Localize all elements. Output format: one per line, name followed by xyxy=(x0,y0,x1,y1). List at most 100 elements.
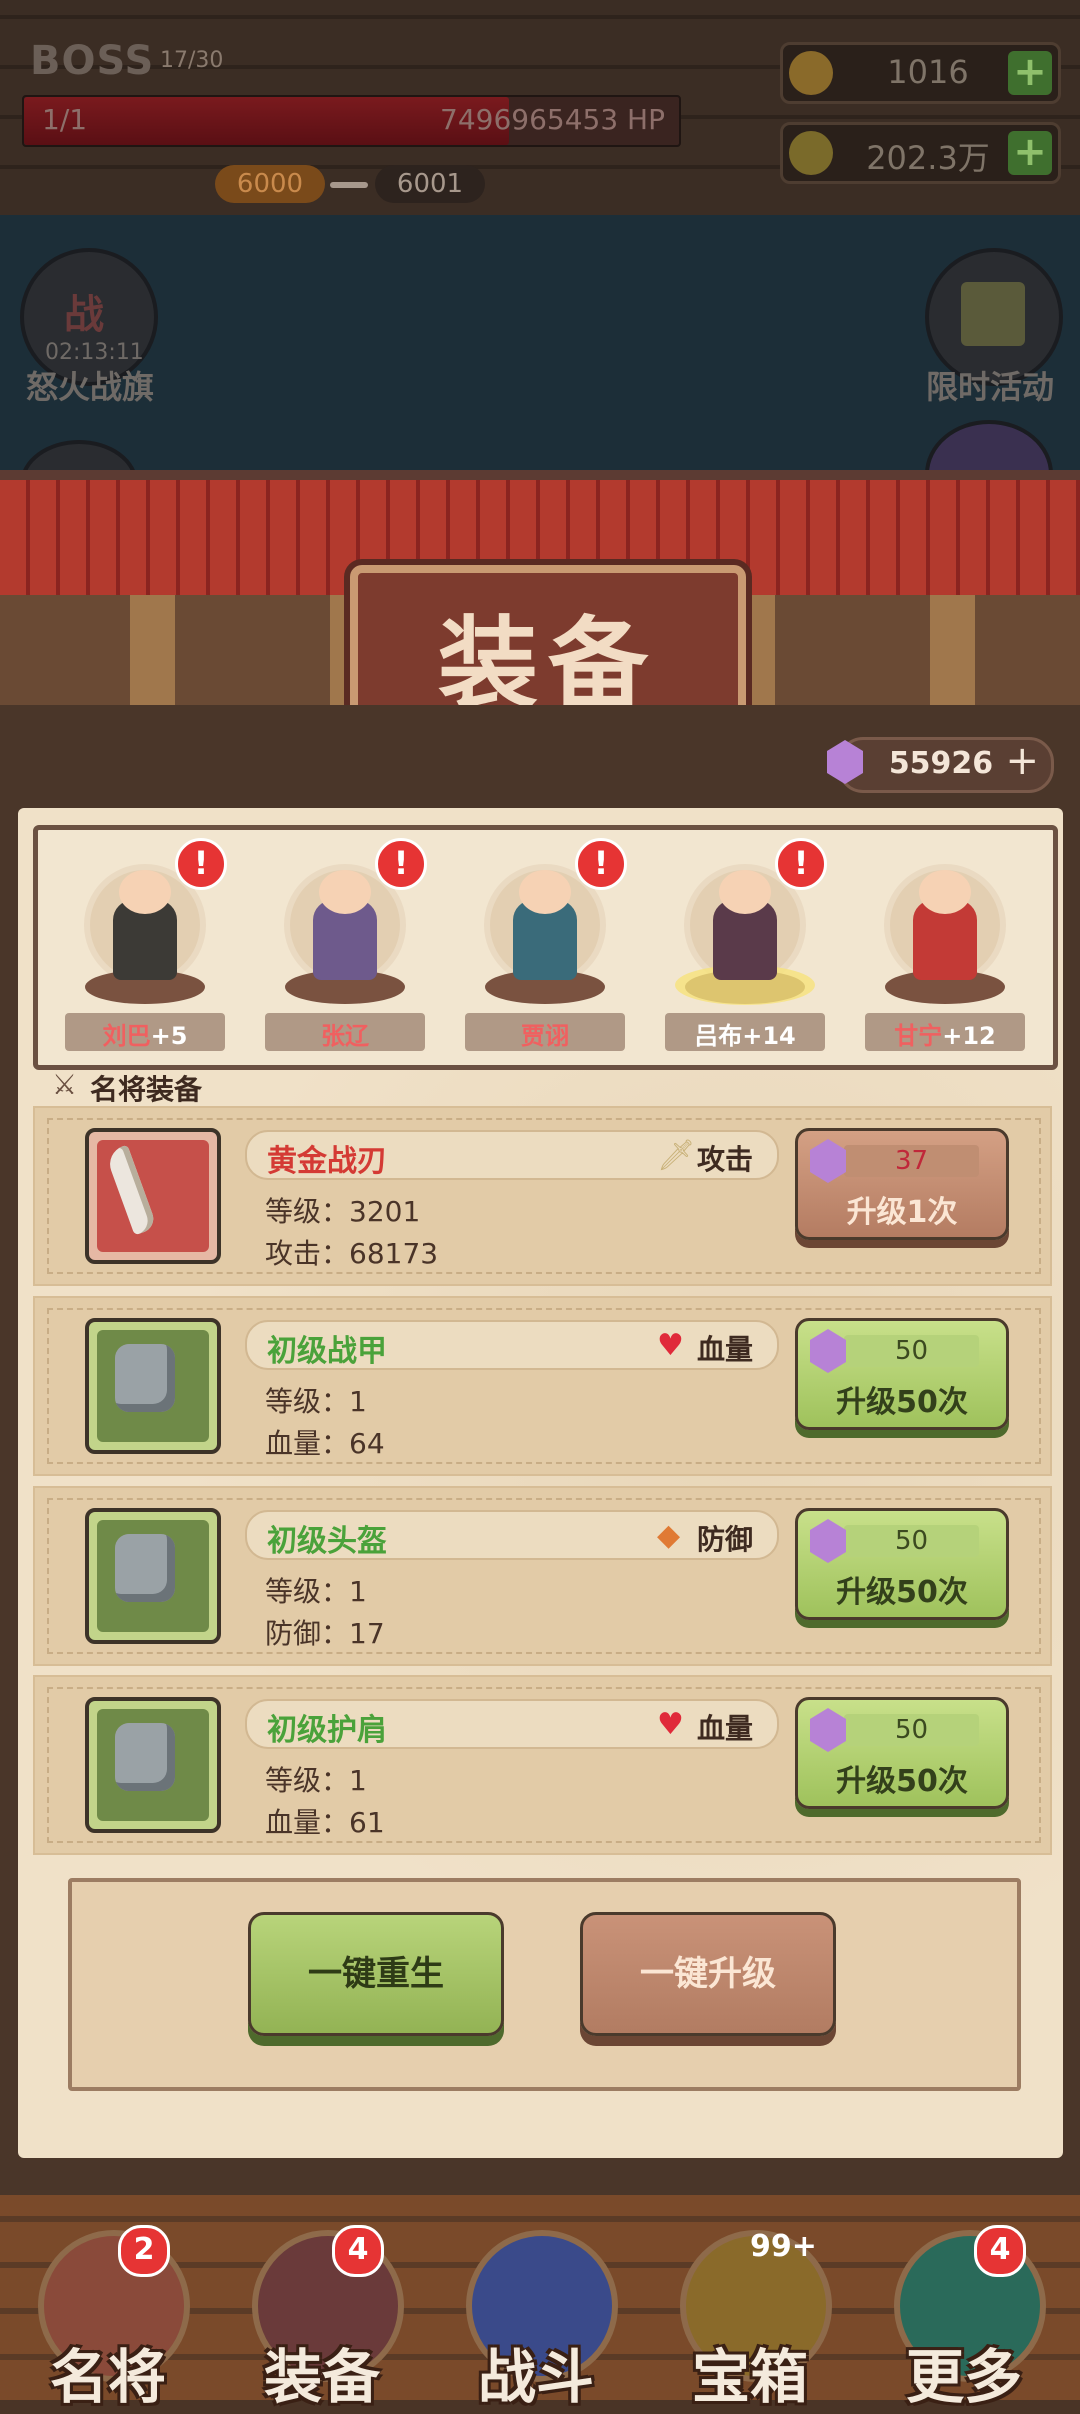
notification-badge: 4 xyxy=(974,2225,1026,2277)
purple-gem-icon xyxy=(810,1519,846,1563)
nav-label: 更多 xyxy=(905,2343,1022,2411)
alert-badge-icon: ! xyxy=(175,838,227,890)
gold-ingot-icon xyxy=(789,51,833,95)
upgrade-label: 升级50次 xyxy=(836,1764,968,1799)
equipment-icon xyxy=(115,1344,175,1412)
rage-banner-label: 怒火战旗 xyxy=(25,368,154,406)
hero-slot[interactable]: 贾诩! xyxy=(445,830,645,1060)
equipment-slot[interactable] xyxy=(85,1508,221,1644)
boss-hp-bar: 1/1 7496965453 HP xyxy=(22,95,681,147)
upgrade-cost: 50 xyxy=(894,1715,929,1745)
upgrade-cost: 50 xyxy=(894,1526,929,1556)
add-coins-button[interactable]: + xyxy=(1008,131,1052,175)
equipment-row: 黄金战刃 🗡 攻击 等级：3201 攻击：68173 37 升级1次 xyxy=(33,1106,1052,1286)
upgrade-button[interactable]: 50 升级50次 xyxy=(795,1697,1009,1809)
equipment-type: 攻击 xyxy=(697,1143,754,1176)
hero-name: 贾诩 xyxy=(445,1016,645,1051)
equipment-slot[interactable] xyxy=(85,1697,221,1833)
boss-hp-fill xyxy=(24,97,509,145)
alert-badge-icon: ! xyxy=(775,838,827,890)
hero-head xyxy=(319,870,371,914)
equipment-slot[interactable] xyxy=(85,1128,221,1264)
equipment-row: 初级头盔 ◆ 防御 等级：1 防御：17 50 升级50次 xyxy=(33,1486,1052,1666)
coin-value: 202.3万 xyxy=(866,139,990,177)
equipment-name-pill: 初级头盔 ◆ 防御 xyxy=(245,1510,779,1560)
gem-counter: 55926 + xyxy=(827,737,1054,793)
nav-heroes[interactable]: 名将 2 xyxy=(8,2215,208,2411)
equipment-level: 等级：3201 xyxy=(265,1195,421,1228)
nav-label: 名将 xyxy=(49,2343,166,2411)
top-hud: BOSS 17/30 1/1 7496965453 HP 6000 6001 1… xyxy=(0,0,1080,215)
equipment-name: 初级头盔 xyxy=(267,1524,387,1559)
heart-icon: ♥ xyxy=(657,1707,684,1742)
gold-counter: 1016 + xyxy=(780,42,1061,104)
coin-counter: 202.3万 + xyxy=(780,122,1061,184)
nav-label: 战斗 xyxy=(477,2343,594,2411)
add-gems-button[interactable]: + xyxy=(1005,738,1039,784)
notification-badge: 99+ xyxy=(750,2229,817,2264)
purple-gem-icon xyxy=(810,1139,846,1183)
hero-selector: 刘巴+5! 张辽! 贾诩! 吕布+14! 甘宁+12 xyxy=(33,825,1058,1070)
stage-next: 6001 xyxy=(375,165,485,203)
equipment-name: 黄金战刃 xyxy=(267,1144,387,1179)
crossed-swords-icon: ⚔ xyxy=(52,1068,78,1101)
hero-name: 甘宁+12 xyxy=(845,1016,1045,1051)
equipment-name: 初级战甲 xyxy=(267,1334,387,1369)
equipment-level: 等级：1 xyxy=(265,1764,367,1797)
hero-name-text: 贾诩 xyxy=(521,1022,569,1050)
limited-event-label: 限时活动 xyxy=(925,368,1054,406)
hero-slot[interactable]: 吕布+14! xyxy=(645,830,845,1060)
nav-treasure[interactable]: 宝箱 99+ xyxy=(650,2215,850,2411)
heart-icon: ♥ xyxy=(657,1328,684,1363)
hero-level-bonus: +12 xyxy=(942,1022,996,1050)
hero-head xyxy=(119,870,171,914)
nav-battle[interactable]: 战斗 xyxy=(436,2215,636,2411)
equipment-name: 初级护肩 xyxy=(267,1713,387,1748)
hero-name: 刘巴+5 xyxy=(45,1016,245,1051)
nav-label: 装备 xyxy=(263,2343,380,2411)
boss-hp-phase: 1/1 xyxy=(42,103,88,136)
flag-icon: 战 xyxy=(64,292,104,338)
nav-equipment[interactable]: 装备 4 xyxy=(222,2215,422,2411)
gift-box-icon xyxy=(961,282,1025,346)
hero-name-text: 甘宁 xyxy=(894,1022,943,1050)
upgrade-button[interactable]: 37 升级1次 xyxy=(795,1128,1009,1240)
nav-more[interactable]: 更多 4 xyxy=(864,2215,1064,2411)
one-click-rebirth-button[interactable]: 一键重生 xyxy=(248,1912,504,2036)
hero-name-text: 吕布 xyxy=(694,1022,743,1050)
sword-icon: 🗡 xyxy=(657,1138,696,1173)
equipment-type: 血量 xyxy=(697,1712,754,1745)
equipment-stat: 血量：61 xyxy=(265,1806,385,1839)
hero-head xyxy=(719,870,771,914)
coin-icon xyxy=(789,131,833,175)
purple-gem-icon xyxy=(810,1708,846,1752)
stage-progress-dash xyxy=(330,182,368,188)
add-gold-button[interactable]: + xyxy=(1008,51,1052,95)
upgrade-cost: 37 xyxy=(894,1146,929,1176)
boss-hp-value: 7496965453 HP xyxy=(440,103,665,136)
hero-slot[interactable]: 甘宁+12 xyxy=(845,830,1045,1060)
alert-badge-icon: ! xyxy=(375,838,427,890)
bulk-action-panel xyxy=(68,1878,1021,2091)
purple-gem-icon xyxy=(810,1329,846,1373)
hero-slot[interactable]: 张辽! xyxy=(245,830,445,1060)
upgrade-button[interactable]: 50 升级50次 xyxy=(795,1318,1009,1430)
equipment-type: 血量 xyxy=(697,1333,754,1366)
hero-head xyxy=(919,870,971,914)
shield-icon: ◆ xyxy=(657,1518,681,1553)
upgrade-button[interactable]: 50 升级50次 xyxy=(795,1508,1009,1620)
equipment-row: 初级战甲 ♥ 血量 等级：1 血量：64 50 升级50次 xyxy=(33,1296,1052,1476)
nav-label: 宝箱 xyxy=(691,2343,808,2411)
equipment-stat: 防御：17 xyxy=(265,1617,385,1650)
hero-name-text: 张辽 xyxy=(321,1022,369,1050)
equipment-stat: 血量：64 xyxy=(265,1427,385,1460)
hero-name: 吕布+14 xyxy=(645,1016,845,1051)
one-click-upgrade-button[interactable]: 一键升级 xyxy=(580,1912,836,2036)
equipment-name-pill: 黄金战刃 🗡 攻击 xyxy=(245,1130,779,1180)
equipment-slot[interactable] xyxy=(85,1318,221,1454)
upgrade-cost: 50 xyxy=(894,1336,929,1366)
section-title: 名将装备 xyxy=(90,1073,203,1106)
hero-slot[interactable]: 刘巴+5! xyxy=(45,830,245,1060)
notification-badge: 4 xyxy=(332,2225,384,2277)
equipment-name-pill: 初级护肩 ♥ 血量 xyxy=(245,1699,779,1749)
